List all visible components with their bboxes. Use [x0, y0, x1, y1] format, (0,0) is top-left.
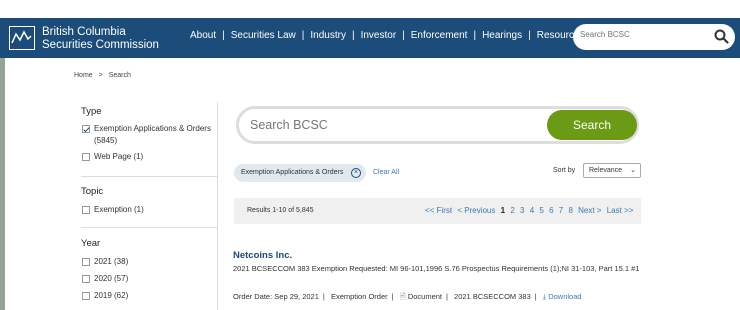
- result-citation: 2021 BCSECCOM 383: [454, 292, 531, 301]
- pager-previous[interactable]: < Previous: [457, 206, 495, 215]
- logo-icon[interactable]: [9, 26, 35, 50]
- nav-separator: |: [301, 30, 305, 41]
- main-nav: About | Securities Law | Industry | Investo…: [190, 30, 585, 41]
- pager-page[interactable]: 3: [520, 206, 524, 215]
- filter-checkbox-exemption-applications[interactable]: [82, 125, 90, 133]
- filter-label-2021[interactable]: 2021 (38): [94, 256, 128, 268]
- filter-checkbox-2019[interactable]: [82, 292, 90, 300]
- sidebar-divider: [81, 176, 217, 177]
- header-search-input[interactable]: [580, 30, 710, 39]
- filter-label-text: Exemption Applications & Orders: [94, 124, 211, 133]
- filter-checkbox-2021[interactable]: [82, 258, 90, 266]
- top-strip: [0, 0, 740, 18]
- filter-count: (5845): [94, 136, 118, 145]
- sort-select[interactable]: Relevance ⌄: [583, 163, 641, 178]
- results-bar: Results 1-10 of 5,845 << First < Previou…: [234, 198, 641, 224]
- pager-page[interactable]: 7: [559, 206, 563, 215]
- download-icon[interactable]: ⤓: [543, 292, 546, 301]
- filter-label-exemption-applications[interactable]: Exemption Applications & Orders (5845): [94, 123, 211, 147]
- breadcrumb-home[interactable]: Home: [74, 72, 93, 79]
- sort-label: Sort by: [553, 167, 576, 174]
- meta-separator: |: [534, 292, 537, 301]
- nav-securities-law[interactable]: Securities Law: [231, 30, 296, 41]
- header-search: [573, 24, 735, 50]
- nav-separator: |: [402, 30, 405, 41]
- filter-label-web-page[interactable]: Web Page (1): [94, 151, 143, 163]
- result-order-type: Exemption Order: [330, 292, 388, 301]
- pager-page[interactable]: 4: [530, 206, 534, 215]
- pagination: << First < Previous 1 2 3 4 5 6 7 8 Next…: [425, 206, 636, 215]
- brand-name[interactable]: British Columbia Securities Commission: [42, 26, 159, 52]
- download-link[interactable]: Download: [548, 292, 581, 301]
- nav-industry[interactable]: Industry: [310, 30, 346, 41]
- chip-label: Exemption Applications & Orders: [241, 169, 344, 176]
- results-count: Results 1-10 of 5,845: [247, 207, 314, 214]
- nav-separator: |: [528, 30, 531, 41]
- filter-checkbox-exemption[interactable]: [82, 206, 90, 214]
- filter-label-exemption[interactable]: Exemption (1): [94, 204, 144, 216]
- result-title[interactable]: Netcoins Inc.: [233, 250, 292, 261]
- nav-hearings[interactable]: Hearings: [482, 30, 522, 41]
- filter-heading-topic: Topic: [81, 186, 104, 197]
- filter-heading-type: Type: [81, 106, 102, 117]
- breadcrumb: Home > Search: [74, 72, 135, 79]
- clear-all-link[interactable]: Clear All: [373, 169, 399, 176]
- main-search-input[interactable]: [250, 118, 530, 132]
- result-meta: Order Date: Sep 29, 2021 | Exemption Orde…: [233, 291, 582, 304]
- sidebar-divider: [81, 227, 217, 228]
- left-edge-decoration: [0, 58, 5, 310]
- brand-line-2: Securities Commission: [42, 39, 159, 51]
- filter-checkbox-web-page[interactable]: [82, 153, 90, 161]
- pager-page[interactable]: 2: [510, 206, 514, 215]
- filter-checkbox-2020[interactable]: [82, 275, 90, 283]
- brand-line-1: British Columbia: [42, 26, 126, 38]
- nav-separator: |: [473, 30, 477, 41]
- nav-separator: |: [351, 30, 355, 41]
- filter-label-2019[interactable]: 2019 (62): [94, 290, 128, 302]
- pager-page[interactable]: 5: [539, 206, 543, 215]
- main-search: Search: [236, 106, 639, 144]
- pager-page[interactable]: 8: [568, 206, 572, 215]
- site-header: British Columbia Securities Commission A…: [0, 18, 740, 58]
- meta-separator: |: [391, 292, 394, 301]
- filter-heading-year: Year: [81, 238, 101, 249]
- pager-next[interactable]: Next >: [578, 206, 601, 215]
- sort-value: Relevance: [589, 167, 623, 174]
- filter-label-2020[interactable]: 2020 (57): [94, 273, 128, 285]
- result-description: 2021 BCSECCOM 383 Exemption Requested: M…: [233, 264, 640, 273]
- pager-page[interactable]: 1: [501, 206, 505, 215]
- nav-separator: |: [222, 30, 225, 41]
- result-order-date: Order Date: Sep 29, 2021: [233, 292, 319, 301]
- result-doc-label: Document: [407, 292, 442, 301]
- meta-separator: |: [446, 292, 448, 301]
- pager-page[interactable]: 6: [549, 206, 553, 215]
- nav-about[interactable]: About: [190, 30, 216, 41]
- pager-last[interactable]: Last >>: [607, 206, 634, 215]
- nav-enforcement[interactable]: Enforcement: [411, 30, 468, 41]
- meta-separator: |: [322, 292, 325, 301]
- chevron-down-icon: ⌄: [630, 167, 636, 174]
- search-button[interactable]: Search: [547, 110, 637, 140]
- search-icon[interactable]: [714, 29, 729, 49]
- document-icon: 🗎: [399, 292, 406, 301]
- close-icon[interactable]: ×: [351, 168, 361, 178]
- breadcrumb-separator: >: [98, 72, 103, 79]
- nav-investor[interactable]: Investor: [361, 30, 397, 41]
- pager-first[interactable]: << First: [425, 206, 452, 215]
- active-filter-chip: Exemption Applications & Orders ×: [234, 164, 366, 182]
- sidebar-vertical-divider: [217, 102, 218, 310]
- breadcrumb-current: Search: [108, 72, 131, 79]
